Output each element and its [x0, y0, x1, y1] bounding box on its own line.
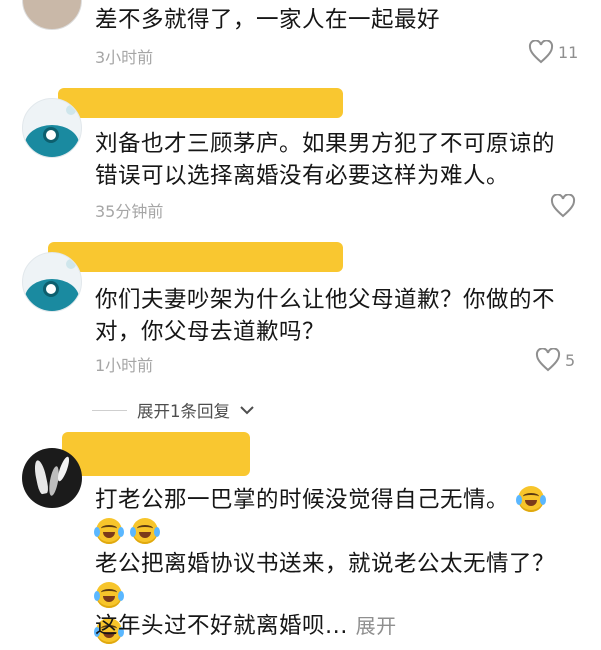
comment-time: 35分钟前: [95, 202, 164, 221]
like-count: 11: [558, 42, 579, 62]
comment-text-line-1: 你们夫妻吵架为什么让他父母道歉？你做的不: [95, 287, 556, 313]
comment-text-line-2: 错误可以选择离婚没有必要这样为难人。: [95, 163, 510, 189]
avatar[interactable]: [22, 448, 82, 508]
like-button[interactable]: 11: [528, 40, 578, 64]
expand-replies-button[interactable]: 展开1条回复: [92, 398, 254, 422]
heart-outline-icon: [550, 194, 576, 218]
laughing-crying-emoji: [129, 518, 160, 544]
laughing-crying-emoji: [94, 582, 124, 608]
comment-text: 差不多就得了，一家人在一起最好: [95, 7, 441, 33]
chevron-down-icon: [240, 406, 254, 415]
comment-text-line-2: 对，你父母去道歉吗？: [95, 319, 326, 345]
laughing-crying-emoji: [515, 486, 546, 512]
expand-text-link[interactable]: 展开: [356, 614, 397, 638]
comment-time: 1小时前: [95, 356, 154, 375]
like-count: 5: [565, 350, 576, 370]
emoji-row: [94, 514, 585, 550]
like-button[interactable]: 5: [535, 348, 575, 372]
comment-text: 打老公那一巴掌的时候没觉得自己无情。: [95, 487, 510, 513]
username-redacted: [62, 432, 250, 476]
expand-replies-label: 展开1条回复: [137, 402, 230, 421]
avatar[interactable]: [22, 0, 82, 30]
comment-text-line-3: 老公把离婚协议书送来，就说老公太无情了？: [95, 551, 556, 577]
avatar[interactable]: [22, 252, 82, 312]
comment-text: 这年头过不好就离婚呗...: [95, 613, 348, 639]
like-button[interactable]: [550, 194, 576, 218]
comment-text-line-1: 打老公那一巴掌的时候没觉得自己无情。: [95, 482, 585, 518]
comment-text-line-4: 这年头过不好就离婚呗... 展开: [95, 608, 585, 644]
heart-outline-icon: [535, 348, 561, 372]
username-redacted: [58, 88, 343, 118]
heart-outline-icon: [528, 40, 554, 64]
avatar[interactable]: [22, 98, 82, 158]
comment-time: 3小时前: [95, 48, 154, 67]
divider: [92, 409, 127, 411]
comment-text-line-1: 刘备也才三顾茅庐。如果男方犯了不可原谅的: [95, 131, 556, 157]
laughing-crying-emoji: [94, 518, 124, 544]
username-redacted: [48, 242, 343, 272]
